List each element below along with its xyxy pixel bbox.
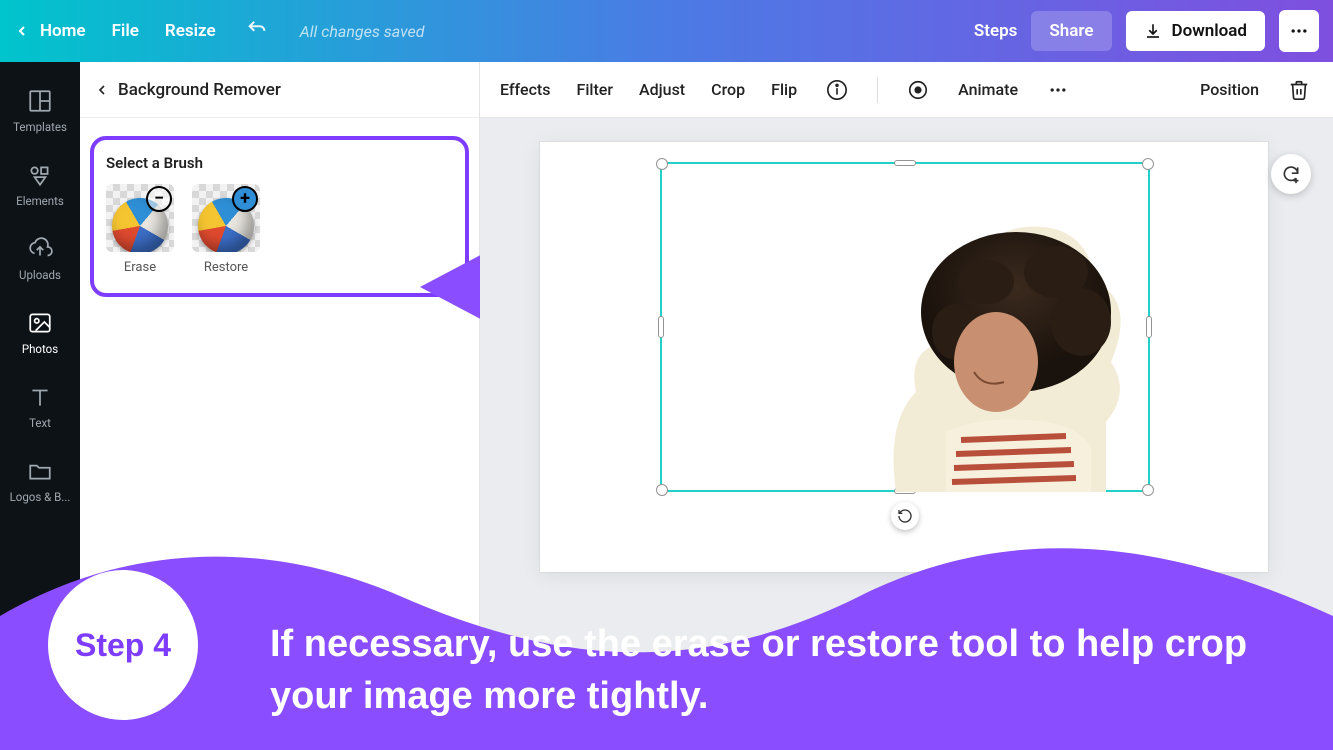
- trash-icon: [1288, 79, 1310, 101]
- more-tools-button[interactable]: [1044, 76, 1072, 104]
- crop-button[interactable]: Crop: [711, 80, 745, 99]
- minus-icon: −: [146, 186, 172, 212]
- top-menu-bar: Home File Resize All changes saved Steps…: [0, 0, 1333, 62]
- refresh-plus-icon: [1281, 164, 1301, 184]
- sidebar-item-uploads[interactable]: Uploads: [0, 222, 80, 296]
- left-sidebar: Templates Elements Uploads Photos Text L…: [0, 62, 80, 750]
- info-button[interactable]: [823, 76, 851, 104]
- more-button[interactable]: [1279, 10, 1319, 52]
- canvas-area: Effects Filter Adjust Crop Flip Animate …: [480, 62, 1333, 750]
- steps-button[interactable]: Steps: [974, 21, 1018, 41]
- file-menu[interactable]: File: [112, 21, 139, 41]
- comment-fab[interactable]: [1271, 154, 1311, 194]
- sidebar-item-logos[interactable]: Logos & B...: [0, 444, 80, 518]
- circle-dotted-icon: [907, 79, 929, 101]
- filter-button[interactable]: Filter: [577, 80, 614, 99]
- sidebar-item-photos[interactable]: Photos: [0, 296, 80, 370]
- download-icon: [1144, 22, 1162, 40]
- effects-button[interactable]: Effects: [500, 80, 551, 99]
- canvas-image: [856, 192, 1136, 492]
- selection-box[interactable]: [660, 162, 1150, 492]
- erase-thumbnail: −: [106, 184, 174, 252]
- text-icon: [27, 384, 53, 410]
- resize-handle-top-right[interactable]: [1142, 158, 1154, 170]
- restore-brush-option[interactable]: + Restore: [192, 184, 260, 275]
- photos-icon: [27, 310, 53, 336]
- undo-button[interactable]: [246, 18, 268, 44]
- three-dots-icon: [1048, 80, 1068, 100]
- flip-button[interactable]: Flip: [771, 80, 797, 99]
- save-status: All changes saved: [300, 22, 425, 41]
- animate-button[interactable]: Animate: [958, 80, 1018, 99]
- resize-menu[interactable]: Resize: [165, 21, 216, 41]
- brush-title: Select a Brush: [106, 154, 453, 172]
- resize-handle-left[interactable]: [658, 316, 664, 338]
- resize-handle-right[interactable]: [1146, 316, 1152, 338]
- elements-icon: [27, 162, 53, 188]
- erase-label: Erase: [124, 260, 156, 275]
- resize-handle-bottom-right[interactable]: [1142, 484, 1154, 496]
- rotate-icon: [897, 508, 913, 524]
- download-button[interactable]: Download: [1126, 11, 1265, 51]
- restore-label: Restore: [204, 260, 248, 275]
- sidebar-item-templates[interactable]: Templates: [0, 74, 80, 148]
- plus-icon: +: [232, 186, 258, 212]
- chevron-left-icon: [94, 82, 110, 98]
- three-dots-icon: [1289, 21, 1309, 41]
- undo-icon: [246, 18, 268, 40]
- chevron-left-icon: [14, 23, 30, 39]
- home-label: Home: [40, 21, 86, 41]
- position-button[interactable]: Position: [1200, 80, 1259, 99]
- erase-brush-option[interactable]: − Erase: [106, 184, 174, 275]
- panel-title: Background Remover: [118, 80, 281, 100]
- resize-handle-top[interactable]: [894, 160, 916, 166]
- share-button[interactable]: Share: [1031, 11, 1111, 51]
- rotate-button[interactable]: [891, 502, 919, 530]
- sidebar-item-text[interactable]: Text: [0, 370, 80, 444]
- info-icon: [826, 79, 848, 101]
- uploads-icon: [27, 236, 53, 262]
- context-toolbar: Effects Filter Adjust Crop Flip Animate …: [480, 62, 1333, 118]
- design-canvas[interactable]: [540, 142, 1268, 572]
- animate-icon-button[interactable]: [904, 76, 932, 104]
- templates-icon: [27, 88, 53, 114]
- resize-handle-bottom-left[interactable]: [656, 484, 668, 496]
- home-button[interactable]: Home: [14, 21, 86, 41]
- resize-handle-top-left[interactable]: [656, 158, 668, 170]
- folder-icon: [27, 458, 53, 484]
- delete-button[interactable]: [1285, 76, 1313, 104]
- side-panel: Background Remover Select a Brush − Eras…: [80, 62, 480, 750]
- restore-thumbnail: +: [192, 184, 260, 252]
- brush-selector-card: Select a Brush − Erase + Restore: [90, 136, 469, 297]
- adjust-button[interactable]: Adjust: [639, 80, 685, 99]
- sidebar-item-elements[interactable]: Elements: [0, 148, 80, 222]
- panel-back-button[interactable]: Background Remover: [80, 62, 479, 118]
